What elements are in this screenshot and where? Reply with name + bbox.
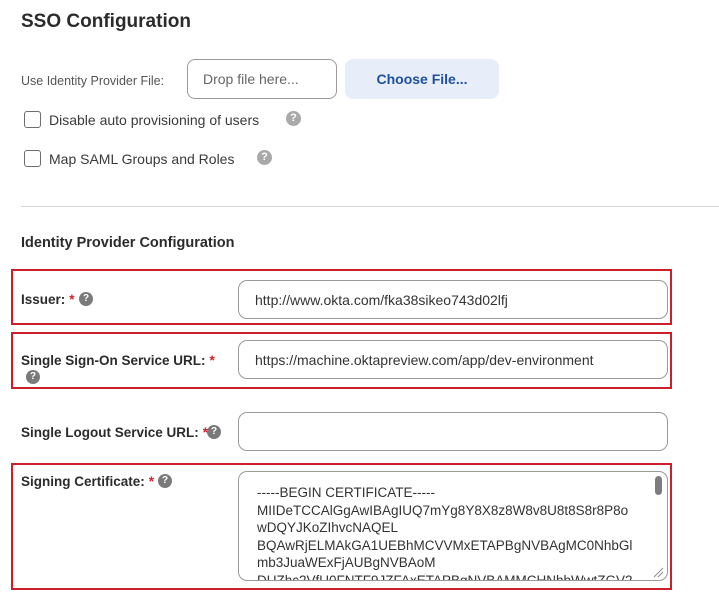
question-circle-icon[interactable]: ? [26,370,40,384]
file-upload-label: Use Identity Provider File: [21,74,165,88]
sso-url-label: Single Sign-On Service URL: * [21,353,215,368]
logout-url-input[interactable] [238,412,668,451]
disable-auto-provisioning-label: Disable auto provisioning of users [49,111,260,128]
page-title: SSO Configuration [21,11,191,32]
resize-grip-icon[interactable] [652,566,664,578]
required-marker: * [69,292,75,307]
issuer-input[interactable] [238,280,668,319]
required-marker: * [148,474,155,489]
option-disable-auto-provisioning: Disable auto provisioning of users [24,111,259,128]
required-marker: * [209,353,215,368]
question-circle-icon[interactable]: ? [257,150,272,165]
certificate-textarea[interactable]: -----BEGIN CERTIFICATE----- MIIDeTCCAlGg… [238,471,668,581]
idp-section-title: Identity Provider Configuration [21,235,235,251]
map-saml-groups-checkbox[interactable] [24,150,41,167]
question-circle-icon[interactable]: ? [286,111,301,126]
sso-url-input[interactable] [238,340,668,379]
option-map-saml-groups: Map SAML Groups and Roles [24,150,234,167]
question-circle-icon[interactable]: ? [207,425,221,439]
question-circle-icon[interactable]: ? [79,292,93,306]
disable-auto-provisioning-checkbox[interactable] [24,111,41,128]
question-circle-icon[interactable]: ? [158,474,172,488]
drop-file-input[interactable] [187,59,337,99]
choose-file-button[interactable]: Choose File... [345,59,499,99]
issuer-label: Issuer: * [21,292,75,307]
certificate-label: Signing Certificate: * [21,474,155,489]
section-divider [21,206,719,207]
logout-url-label: Single Logout Service URL: * [21,425,209,440]
textarea-scrollbar[interactable] [655,476,662,495]
map-saml-groups-label: Map SAML Groups and Roles [49,150,235,167]
